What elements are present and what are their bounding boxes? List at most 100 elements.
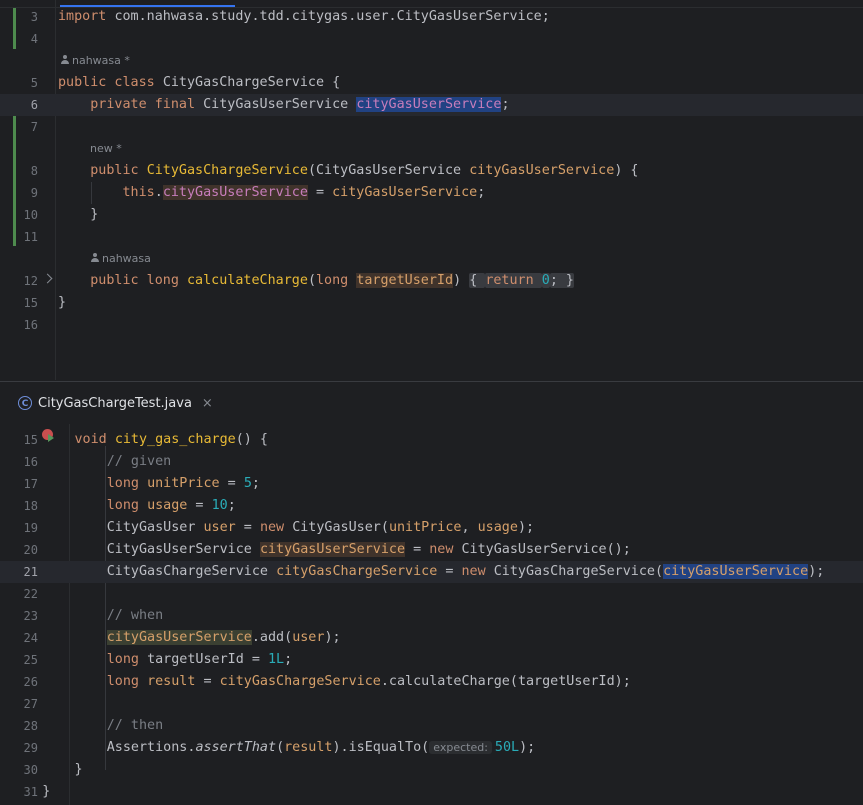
line-number[interactable]: 22	[0, 583, 38, 605]
code-line[interactable]: 16 // given	[0, 451, 863, 473]
code-line[interactable]: 19 CityGasUser user = new CityGasUser(un…	[0, 517, 863, 539]
code-token: return	[485, 273, 542, 288]
code-text[interactable]: this.cityGasUserService = cityGasUserSer…	[58, 182, 485, 204]
code-line[interactable]: 5 public class CityGasChargeService {	[0, 72, 863, 94]
author-hint-constructor[interactable]: new *	[90, 140, 122, 158]
code-line[interactable]: 6 private final CityGasUserService cityG…	[0, 94, 863, 116]
editor-bottom-pane[interactable]: 15 void city_gas_charge() {16 // given 17…	[0, 424, 863, 805]
line-number[interactable]: 8	[0, 160, 38, 182]
line-number[interactable]: 5	[0, 72, 38, 94]
code-text[interactable]: // given	[10, 451, 172, 473]
author-hint-class[interactable]: nahwasa *	[60, 52, 130, 70]
author-hint-method[interactable]: nahwasa	[90, 250, 151, 268]
code-token: {	[332, 75, 341, 90]
code-token: (	[307, 273, 316, 288]
code-line[interactable]: 9 this.cityGasUserService = cityGasUserS…	[0, 182, 863, 204]
code-text[interactable]: cityGasUserService.add(user);	[10, 627, 341, 649]
code-text[interactable]: public long calculateCharge(long targetU…	[58, 270, 574, 292]
code-text[interactable]: }	[10, 759, 82, 781]
code-token: CityGasChargeService	[106, 564, 277, 579]
code-text[interactable]: long result = cityGasChargeService.calcu…	[10, 671, 631, 693]
code-line[interactable]: 22	[0, 583, 863, 605]
code-text[interactable]: }	[10, 781, 50, 803]
code-line[interactable]: 3 import com.nahwasa.study.tdd.citygas.us…	[0, 6, 863, 28]
code-token: CityGasUserService	[106, 542, 260, 557]
code-line[interactable]: 15 void city_gas_charge() {	[0, 429, 863, 451]
code-token: result	[147, 674, 196, 689]
code-line[interactable]: 28 // then	[0, 715, 863, 737]
line-number[interactable]: 9	[0, 182, 38, 204]
code-token: cityGasChargeService	[219, 674, 381, 689]
code-line[interactable]: 11	[0, 226, 863, 248]
code-text[interactable]: Assertions.assertThat(result).isEqualTo(…	[10, 737, 535, 759]
code-line[interactable]: 26 long result = cityGasChargeService.ca…	[0, 671, 863, 693]
line-number[interactable]: 3	[0, 6, 38, 28]
code-text[interactable]: long unitPrice = 5;	[10, 473, 260, 495]
code-token: private final	[90, 97, 204, 112]
code-line[interactable]: 29 Assertions.assertThat(result).isEqual…	[0, 737, 863, 759]
line-number[interactable]: 27	[0, 693, 38, 715]
code-text[interactable]: CityGasUser user = new CityGasUser(unitP…	[10, 517, 534, 539]
code-line[interactable]: 25 long targetUserId = 1L;	[0, 649, 863, 671]
line-number[interactable]: 7	[0, 116, 38, 138]
code-line[interactable]: 30 }	[0, 759, 863, 781]
line-number[interactable]: 16	[0, 314, 38, 336]
code-line[interactable]: 24 cityGasUserService.add(user);	[0, 627, 863, 649]
code-token: =	[187, 498, 212, 513]
code-token: assertThat	[195, 740, 277, 755]
code-token: cityGasUserService	[106, 630, 252, 645]
code-text[interactable]: long usage = 10;	[10, 495, 236, 517]
code-text[interactable]: // then	[10, 715, 163, 737]
code-token: cityGasUserService	[259, 542, 406, 557]
code-text[interactable]: import com.nahwasa.study.tdd.citygas.use…	[58, 6, 550, 28]
line-number[interactable]: 15	[0, 292, 38, 314]
code-line[interactable]: 27	[0, 693, 863, 715]
code-text[interactable]: private final CityGasUserService cityGas…	[58, 94, 510, 116]
code-line[interactable]: 12 public long calculateCharge(long targ…	[0, 270, 863, 292]
code-line[interactable]: 15}	[0, 292, 863, 314]
code-line[interactable]: 31 }	[0, 781, 863, 803]
code-line[interactable]: 10 }	[0, 204, 863, 226]
code-line[interactable]: 7	[0, 116, 863, 138]
code-line[interactable]: 8 public CityGasChargeService(CityGasUse…	[0, 160, 863, 182]
code-token: )	[453, 273, 470, 288]
code-line[interactable]: 21 CityGasChargeService cityGasChargeSer…	[0, 561, 863, 583]
tab-citygaschargetest[interactable]: C CityGasChargeTest.java ×	[10, 382, 221, 426]
code-text[interactable]: public CityGasChargeService(CityGasUserS…	[58, 160, 638, 182]
person-icon	[60, 55, 70, 65]
code-token: targetUserId	[356, 273, 454, 288]
code-text[interactable]: CityGasChargeService cityGasChargeServic…	[10, 561, 824, 583]
code-line[interactable]: 16	[0, 314, 863, 336]
code-token: Assertions.	[10, 740, 196, 755]
code-text[interactable]: public class CityGasChargeService {	[58, 72, 340, 94]
code-line[interactable]: 17 long unitPrice = 5;	[0, 473, 863, 495]
java-class-icon: C	[18, 396, 32, 410]
code-token: // then	[106, 718, 164, 733]
code-text[interactable]: }	[58, 204, 98, 226]
code-token: CityGasChargeService	[162, 75, 333, 90]
code-text[interactable]: long targetUserId = 1L;	[10, 649, 292, 671]
code-line[interactable]: 18 long usage = 10;	[0, 495, 863, 517]
editor-top-pane[interactable]: nahwasa * new * nahwasa 3 import com.nahw…	[0, 0, 863, 380]
close-icon[interactable]: ×	[202, 396, 213, 411]
code-text[interactable]: }	[58, 292, 66, 314]
code-line[interactable]: 20 CityGasUserService cityGasUserService…	[0, 539, 863, 561]
code-token: =	[235, 520, 260, 535]
code-token: (	[307, 163, 316, 178]
line-number[interactable]: 6	[0, 94, 38, 116]
code-line[interactable]: 23 // when	[0, 605, 863, 627]
line-number[interactable]: 10	[0, 204, 38, 226]
code-token: cityGasUserService	[162, 185, 308, 200]
code-text[interactable]: void city_gas_charge() {	[10, 429, 269, 451]
code-text[interactable]: // when	[10, 605, 163, 627]
line-number[interactable]: 11	[0, 226, 38, 248]
line-number[interactable]: 12	[0, 270, 38, 292]
code-text[interactable]: CityGasUserService cityGasUserService = …	[10, 539, 631, 561]
line-number[interactable]: 4	[0, 28, 38, 50]
code-token: ;	[501, 97, 510, 112]
code-line[interactable]: 4	[0, 28, 863, 50]
